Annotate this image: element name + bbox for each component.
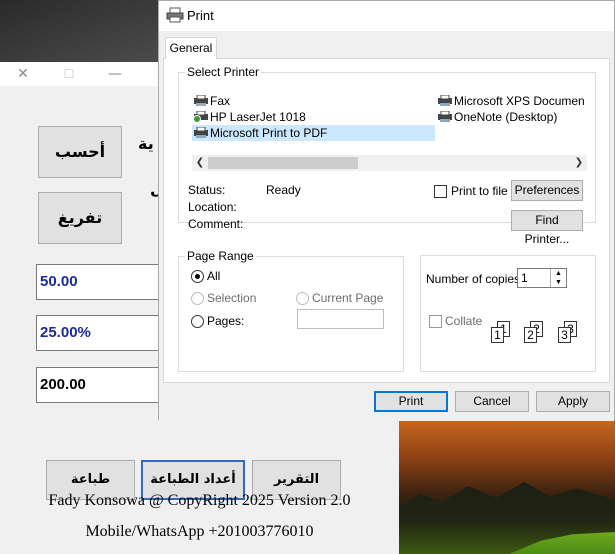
printer-icon: [438, 95, 452, 106]
maximize-icon[interactable]: ☐: [46, 62, 92, 86]
printer-name: Microsoft XPS Documen: [454, 94, 585, 108]
print-to-file-checkbox[interactable]: [434, 185, 447, 198]
printer-item-onenote[interactable]: OneNote (Desktop): [436, 109, 557, 125]
desktop-wallpaper-landscape: [399, 420, 615, 554]
clear-button[interactable]: تفريغ: [38, 192, 122, 244]
pages-label: Pages:: [207, 314, 245, 328]
printer-icon: [438, 111, 452, 122]
field-label-partial: ية: [138, 134, 154, 153]
pages-input[interactable]: [297, 309, 384, 329]
comment-label: Comment:: [188, 217, 244, 231]
copies-value: 1: [521, 271, 528, 285]
print-dialog-apply-button[interactable]: Apply: [536, 391, 610, 412]
selection-radio[interactable]: [191, 292, 204, 305]
collate-pages-1-icon: 11: [491, 321, 510, 343]
printer-item-microsoft-xps[interactable]: Microsoft XPS Documen: [436, 93, 585, 109]
calculate-button[interactable]: أحسب: [38, 126, 122, 178]
copyright-text: Fady Konsowa @ CopyRight 2025 Version 2.…: [48, 492, 351, 509]
preferences-button[interactable]: Preferences: [511, 180, 583, 201]
fax-printer-icon: [194, 95, 208, 106]
spin-down-icon[interactable]: ▼: [551, 278, 566, 287]
copies-input[interactable]: 1 ▲ ▼: [517, 268, 567, 288]
printer-item-fax[interactable]: Fax: [192, 93, 230, 109]
printer-item-hp-laserjet[interactable]: HP LaserJet 1018: [192, 109, 306, 125]
current-page-label: Current Page: [312, 291, 384, 305]
location-label: Location:: [188, 200, 237, 214]
copies-label: Number of copies:: [426, 272, 524, 286]
printer-item-microsoft-print-to-pdf[interactable]: Microsoft Print to PDF: [192, 125, 435, 141]
scrollbar-thumb[interactable]: [208, 157, 358, 169]
select-printer-legend: Select Printer: [187, 65, 260, 79]
tab-general[interactable]: General: [165, 37, 217, 59]
result-field[interactable]: 200.00: [36, 367, 161, 403]
spin-up-icon[interactable]: ▲: [551, 269, 566, 278]
default-printer-icon: [193, 111, 208, 123]
page-range-legend: Page Range: [187, 249, 254, 263]
printer-name: Microsoft Print to PDF: [210, 126, 328, 140]
percentage-field[interactable]: 25.00%: [36, 315, 161, 351]
print-dialog: Print General Select Printer Fax HP Lase…: [158, 0, 615, 421]
pages-radio[interactable]: [191, 315, 204, 328]
printer-name: OneNote (Desktop): [454, 110, 558, 124]
print-dialog-cancel-button[interactable]: Cancel: [455, 391, 529, 412]
selection-label: Selection: [207, 291, 257, 305]
printer-icon: [194, 127, 208, 138]
all-pages-label: All: [207, 269, 221, 283]
current-page-radio[interactable]: [296, 292, 309, 305]
collate-pages-3-icon: 33: [558, 321, 577, 343]
printer-name: HP LaserJet 1018: [210, 110, 306, 124]
collate-pages-2-icon: 22: [524, 321, 543, 343]
print-dialog-print-button[interactable]: Print: [374, 391, 448, 412]
general-tab-page: Select Printer Fax HP LaserJet 1018 Micr…: [163, 58, 610, 383]
contact-text: Mobile/WhatsApp +201003776010: [85, 523, 314, 540]
minimize-icon[interactable]: —: [92, 62, 138, 86]
scroll-right-icon[interactable]: ❯: [571, 155, 587, 171]
print-to-file-label: Print to file: [451, 184, 508, 198]
scroll-left-icon[interactable]: ❮: [192, 155, 208, 171]
close-icon[interactable]: ✕: [0, 62, 46, 86]
copies-spinner[interactable]: ▲ ▼: [550, 269, 566, 287]
printer-list-scrollbar[interactable]: ❮ ❯: [192, 155, 587, 171]
print-dialog-titlebar: Print: [159, 1, 614, 31]
collate-checkbox[interactable]: [429, 315, 442, 328]
print-dialog-title: Print: [187, 8, 214, 23]
printer-name: Fax: [210, 94, 231, 108]
all-pages-radio[interactable]: [191, 270, 204, 283]
find-printer-button[interactable]: Find Printer...: [511, 210, 583, 246]
collate-label: Collate: [445, 314, 483, 328]
status-value: Ready: [266, 183, 301, 197]
print-dialog-body: General Select Printer Fax HP LaserJet 1…: [159, 31, 614, 421]
status-label: Status:: [188, 183, 226, 197]
amount-field[interactable]: 50.00: [36, 264, 161, 300]
printer-icon: [166, 7, 184, 23]
